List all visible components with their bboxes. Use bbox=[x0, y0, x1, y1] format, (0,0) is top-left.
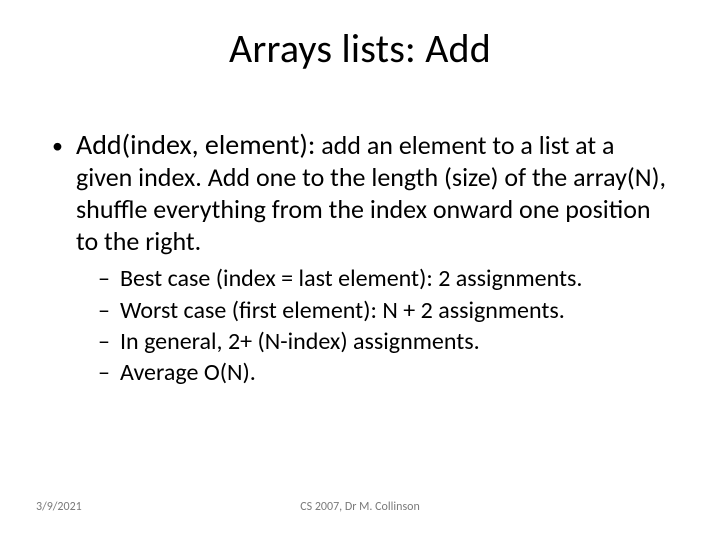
sub-item-text: Worst case (first element): N + 2 assign… bbox=[120, 295, 672, 326]
dash-icon: – bbox=[98, 357, 120, 388]
sub-item-text: Average O(N). bbox=[120, 357, 672, 388]
dash-icon: – bbox=[98, 295, 120, 326]
bullet-level2: – Best case (index = last element): 2 as… bbox=[98, 263, 672, 294]
body-content: • Add(index, element): add an element to… bbox=[52, 128, 672, 388]
sublist: – Best case (index = last element): 2 as… bbox=[98, 263, 672, 388]
sub-item-text: Best case (index = last element): 2 assi… bbox=[120, 263, 672, 294]
slide: Arrays lists: Add • Add(index, element):… bbox=[0, 0, 720, 540]
footer-center: CS 2007, Dr M. Collinson bbox=[0, 500, 720, 514]
dash-icon: – bbox=[98, 263, 120, 294]
bullet-level2: – Average O(N). bbox=[98, 357, 672, 388]
bullet-level2: – Worst case (first element): N + 2 assi… bbox=[98, 295, 672, 326]
bullet-dot-icon: • bbox=[52, 128, 76, 257]
lead-text: Add(index, element): bbox=[76, 127, 315, 162]
slide-title: Arrays lists: Add bbox=[0, 24, 720, 73]
dash-icon: – bbox=[98, 326, 120, 357]
bullet-level2: – In general, 2+ (N-index) assignments. bbox=[98, 326, 672, 357]
sub-item-text: In general, 2+ (N-index) assignments. bbox=[120, 326, 672, 357]
bullet-level1: • Add(index, element): add an element to… bbox=[52, 128, 672, 257]
bullet-text: Add(index, element): add an element to a… bbox=[76, 128, 672, 257]
